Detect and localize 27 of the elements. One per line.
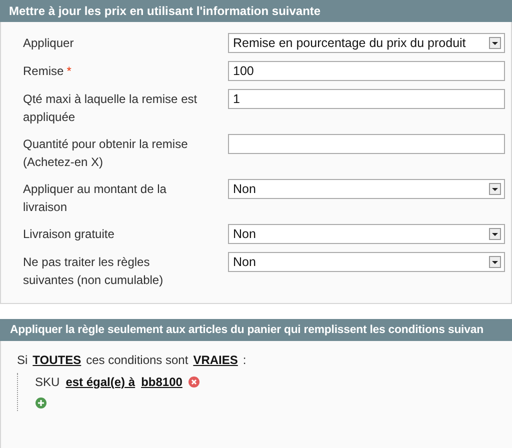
value-link[interactable]: VRAIES — [193, 353, 238, 367]
condition-text: ces conditions sont — [86, 353, 188, 367]
required-mark: * — [66, 64, 72, 78]
attribute-label: SKU — [35, 375, 60, 389]
input-field[interactable] — [228, 134, 505, 154]
input-field[interactable]: 1 — [228, 89, 505, 109]
condition-text: Si — [17, 353, 28, 367]
remove-icon[interactable] — [188, 376, 200, 388]
value-link[interactable]: bb8100 — [141, 375, 182, 389]
field-label: Qté maxi à laquelle la remise est appliquée — [23, 92, 198, 124]
input-field[interactable]: 100 — [228, 61, 505, 81]
field-label: Livraison gratuite — [23, 227, 114, 241]
field-label: Remise — [23, 64, 64, 78]
dropdown[interactable]: Remise en pourcentage du prix du produit — [228, 33, 505, 53]
aggregator-link[interactable]: TOUTES — [32, 353, 82, 367]
field-label: Appliquer au montant de la livraison — [23, 182, 166, 214]
section-header: Appliquer la règle seulement aux articles du panier qui remplissent les conditions suivan — [0, 319, 512, 341]
operator-link[interactable]: est égal(e) à — [66, 375, 136, 389]
add-icon[interactable] — [35, 397, 47, 409]
field-label: Appliquer — [23, 36, 74, 50]
field-label: Ne pas traiter les règles suivantes (non cumulable) — [23, 255, 164, 287]
condition-text: : — [242, 353, 246, 367]
dropdown[interactable]: Non — [228, 179, 505, 199]
dropdown[interactable]: Non — [228, 224, 505, 244]
section-header: Mettre à jour les prix en utilisant l'information suivante — [0, 0, 512, 22]
dropdown[interactable]: Non — [228, 252, 505, 272]
field-label: Quantité pour obtenir la remise (Achetez-en X) — [23, 137, 188, 169]
